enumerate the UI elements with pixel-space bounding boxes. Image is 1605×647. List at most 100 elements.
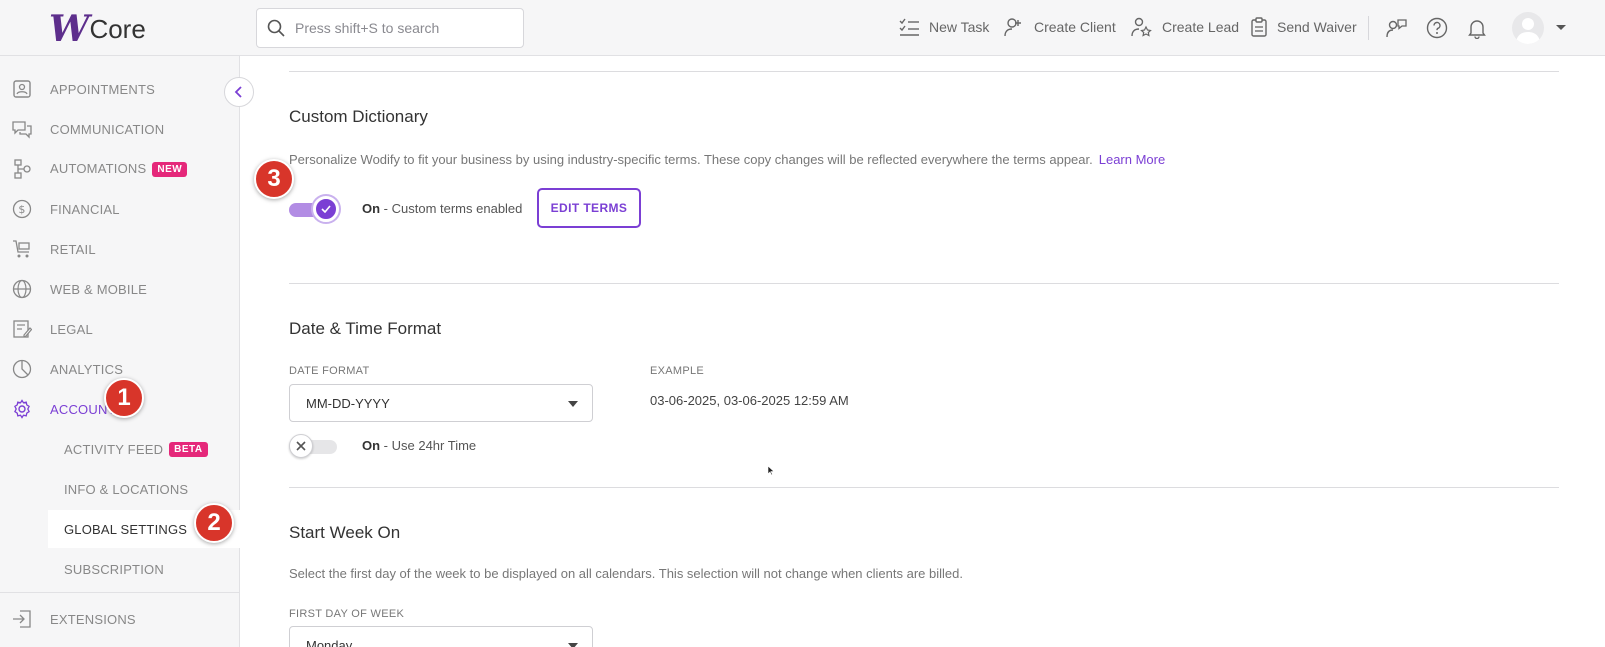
sidebar-item-label: EXTENSIONS	[50, 611, 136, 627]
add-person-icon	[1004, 18, 1021, 37]
app-logo[interactable]: W Core	[49, 11, 146, 47]
custom-dictionary-title: Custom Dictionary	[289, 107, 428, 126]
caret-down-icon	[568, 401, 578, 407]
header-divider	[1368, 16, 1369, 40]
x-icon	[296, 441, 306, 451]
use-24hr-toggle-label: On - Use 24hr Time	[362, 438, 476, 453]
start-week-description: Select the first day of the week to be d…	[289, 566, 963, 581]
sidebar-item-financial[interactable]: $ FINANCIAL	[0, 189, 240, 229]
svg-text:$: $	[18, 203, 25, 216]
sidebar-item-label: ANALYTICS	[50, 361, 124, 377]
calendar-book-icon	[13, 80, 31, 98]
dollar-circle-icon: $	[12, 199, 32, 219]
avatar[interactable]	[1512, 12, 1544, 44]
new-badge: NEW	[152, 162, 188, 178]
main-content: Custom Dictionary Personalize Wodify to …	[264, 56, 1578, 647]
chevron-down-icon[interactable]	[1555, 24, 1567, 32]
date-time-title: Date & Time Format	[289, 319, 442, 338]
pie-chart-icon	[12, 359, 32, 379]
feedback-icon[interactable]	[1386, 17, 1408, 39]
sidebar-item-retail[interactable]: RETAIL	[0, 229, 240, 269]
first-day-label: FIRST DAY OF WEEK	[289, 608, 405, 620]
extension-exit-icon	[13, 610, 31, 628]
date-example-value: 03-06-2025, 03-06-2025 12:59 AM	[650, 393, 849, 408]
search-input[interactable]: Press shift+S to search	[256, 8, 524, 48]
search-icon	[267, 19, 285, 37]
toggle-knob	[289, 434, 313, 458]
check-icon	[321, 205, 331, 213]
sidebar-item-extensions[interactable]: EXTENSIONS	[0, 599, 240, 639]
subitem-label: ACTIVITY FEED	[64, 441, 164, 457]
sidebar-subitem-subscription[interactable]: SUBSCRIPTION	[48, 550, 240, 588]
sidebar-divider	[0, 592, 240, 593]
first-day-select[interactable]: Monday	[289, 626, 593, 647]
toggle-state: On	[362, 438, 381, 453]
mouse-cursor-icon	[767, 465, 775, 475]
subitem-label: GLOBAL SETTINGS	[64, 521, 188, 537]
help-icon[interactable]	[1426, 17, 1448, 39]
custom-terms-toggle[interactable]	[289, 193, 339, 223]
sidebar-item-label: RETAIL	[50, 241, 96, 257]
logo-mark: W	[49, 8, 89, 50]
edit-terms-button[interactable]: EDIT TERMS	[537, 188, 641, 228]
create-client-label: Create Client	[1034, 19, 1116, 35]
toggle-knob	[313, 196, 339, 222]
sidebar-item-label: APPOINTMENTS	[50, 81, 155, 97]
sidebar-item-label: AUTOMATIONS	[50, 160, 147, 176]
sidebar-item-communication[interactable]: COMMUNICATION	[0, 109, 240, 149]
bell-icon[interactable]	[1466, 17, 1488, 39]
learn-more-link[interactable]: Learn More	[1099, 152, 1165, 167]
task-list-icon	[899, 18, 919, 36]
sidebar-item-label: WEB & MOBILE	[50, 281, 148, 297]
lead-star-icon	[1131, 17, 1152, 37]
start-week-title: Start Week On	[289, 523, 401, 542]
section-divider	[289, 487, 1559, 488]
custom-dictionary-description: Personalize Wodify to fit your business …	[289, 152, 1165, 167]
caret-down-icon	[568, 643, 578, 647]
step-marker-1: 1	[104, 378, 144, 418]
cart-icon	[13, 240, 30, 258]
date-format-select[interactable]: MM-DD-YYYY	[289, 384, 593, 422]
logo-text: Core	[89, 14, 146, 44]
collapse-sidebar-button[interactable]	[224, 77, 254, 107]
chat-bubbles-icon	[12, 121, 32, 139]
sidebar-subitem-activity-feed[interactable]: ACTIVITY FEED BETA	[48, 430, 240, 468]
clipboard-icon	[1251, 17, 1267, 37]
first-day-value: Monday	[306, 637, 353, 647]
date-format-label: DATE FORMAT	[289, 365, 370, 377]
send-waiver-label: Send Waiver	[1277, 19, 1357, 35]
new-task-button[interactable]: New Task	[898, 17, 989, 37]
create-lead-label: Create Lead	[1162, 19, 1240, 35]
date-format-value: MM-DD-YYYY	[306, 395, 390, 411]
sidebar-item-appointments[interactable]: APPOINTMENTS	[0, 69, 240, 109]
sidebar-item-label: LEGAL	[50, 321, 93, 337]
sidebar-item-automations[interactable]: AUTOMATIONS NEW	[0, 149, 240, 189]
create-client-button[interactable]: Create Client	[1003, 17, 1116, 37]
custom-terms-toggle-label: On - Custom terms enabled	[362, 201, 522, 216]
create-lead-button[interactable]: Create Lead	[1131, 17, 1239, 37]
toggle-description: - Use 24hr Time	[380, 438, 477, 453]
example-label: EXAMPLE	[650, 365, 705, 377]
sidebar-item-web-mobile[interactable]: WEB & MOBILE	[0, 269, 240, 309]
document-edit-icon	[13, 320, 32, 338]
description-text: Personalize Wodify to fit your business …	[289, 152, 1093, 167]
section-divider	[289, 283, 1559, 284]
sidebar-item-label-wrap: AUTOMATIONS NEW	[50, 160, 188, 178]
use-24hr-toggle[interactable]	[289, 434, 339, 460]
globe-icon	[12, 279, 32, 299]
sidebar-item-label: FINANCIAL	[50, 201, 120, 217]
toggle-description: - Custom terms enabled	[380, 201, 523, 216]
beta-badge: BETA	[169, 441, 208, 457]
send-waiver-button[interactable]: Send Waiver	[1250, 17, 1357, 37]
step-marker-3: 3	[254, 159, 294, 199]
top-header: W Core Press shift+S to search New Task …	[0, 0, 1605, 56]
sidebar-item-legal[interactable]: LEGAL	[0, 309, 240, 349]
step-marker-2: 2	[194, 503, 234, 543]
new-task-label: New Task	[929, 19, 990, 35]
sidebar-item-label: COMMUNICATION	[50, 121, 165, 137]
user-avatar-icon	[1516, 18, 1540, 44]
automation-flow-icon	[14, 159, 31, 179]
section-divider	[289, 71, 1559, 72]
chevron-left-icon	[234, 86, 242, 98]
sidebar: APPOINTMENTS COMMUNICATION AUTOMATIONS NE…	[0, 56, 240, 647]
